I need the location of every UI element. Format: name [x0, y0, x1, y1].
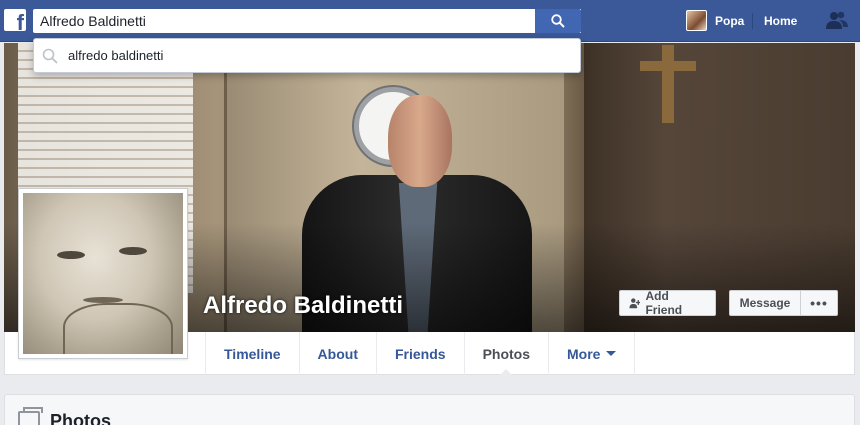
home-link[interactable]: Home	[764, 14, 797, 28]
message-label: Message	[739, 296, 791, 310]
tab-label: Friends	[394, 345, 446, 362]
search-suggestion-item[interactable]: alfredo baldinetti	[33, 38, 581, 73]
tab-label: About	[317, 345, 358, 362]
add-friend-label: Add Friend	[645, 289, 683, 317]
profile-picture[interactable]	[18, 188, 188, 359]
suggestion-text: alfredo baldinetti	[68, 48, 164, 63]
tab-label: More	[567, 345, 601, 362]
tab-label: Photos	[482, 345, 531, 362]
friend-requests-icon[interactable]	[825, 10, 849, 30]
sketch-eye	[57, 251, 85, 259]
sketch-hand	[63, 303, 173, 354]
search-icon	[42, 48, 58, 64]
message-button[interactable]: Message	[729, 290, 801, 316]
more-options-icon: •••	[810, 295, 828, 311]
facebook-logo-icon[interactable]: f	[4, 9, 26, 31]
search-input[interactable]	[33, 9, 533, 33]
tab-timeline[interactable]: Timeline	[205, 332, 299, 375]
tab-more[interactable]: More	[548, 332, 636, 375]
search-field[interactable]	[33, 9, 581, 33]
search-icon	[551, 14, 565, 28]
profile-name[interactable]: Alfredo Baldinetti	[203, 292, 403, 320]
profile-picture-image	[23, 193, 183, 354]
tab-friends[interactable]: Friends	[375, 332, 464, 375]
sketch-eye	[119, 247, 147, 255]
search-button[interactable]	[535, 9, 581, 33]
section-title[interactable]: Photos	[50, 411, 111, 425]
user-name-link[interactable]: Popa	[715, 14, 744, 28]
photos-section: Photos	[4, 394, 855, 425]
tab-about[interactable]: About	[298, 332, 376, 375]
chevron-down-icon	[606, 351, 617, 356]
photos-icon	[18, 407, 43, 425]
tab-label: Timeline	[224, 345, 281, 362]
more-options-button[interactable]: •••	[801, 290, 838, 316]
tab-photos[interactable]: Photos	[463, 332, 548, 376]
add-friend-button[interactable]: Add Friend	[619, 289, 716, 317]
divider	[752, 13, 753, 29]
add-friend-icon	[629, 298, 641, 309]
top-bar: f Popa Home	[0, 0, 860, 42]
cover-crucifix	[662, 45, 674, 123]
cover-head	[388, 95, 452, 187]
avatar[interactable]	[686, 10, 707, 31]
cover-crucifix-bar	[640, 61, 696, 71]
profile-shortcut[interactable]: Popa	[686, 10, 744, 31]
